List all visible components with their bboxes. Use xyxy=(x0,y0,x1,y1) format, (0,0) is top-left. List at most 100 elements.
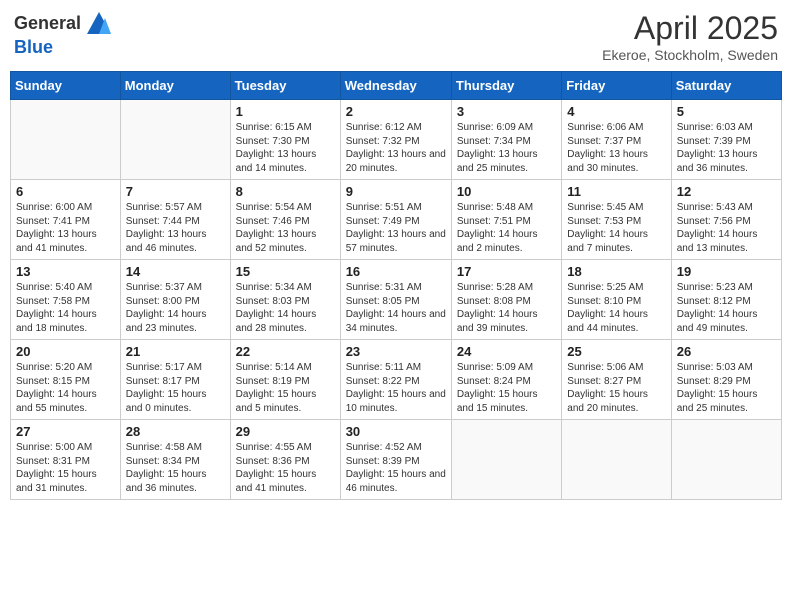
day-cell: 17 Sunrise: 5:28 AM Sunset: 8:08 PM Dayli… xyxy=(451,260,561,340)
day-cell: 2 Sunrise: 6:12 AM Sunset: 7:32 PM Daylig… xyxy=(340,100,451,180)
day-cell: 23Sunrise: 5:11 AM Sunset: 8:22 PM Dayli… xyxy=(340,340,451,420)
logo-general-text: General xyxy=(14,14,81,34)
day-info: Sunrise: 5:57 AM Sunset: 7:44 PM Dayligh… xyxy=(126,201,225,255)
week-row-3: 13 Sunrise: 5:40 AM Sunset: 7:58 PM Dayli… xyxy=(11,260,782,340)
day-number: 7 xyxy=(126,184,225,199)
day-cell: 16 Sunrise: 5:31 AM Sunset: 8:05 PM Dayli… xyxy=(340,260,451,340)
weekday-header-row: SundayMondayTuesdayWednesdayThursdayFrid… xyxy=(11,72,782,100)
day-info: Sunrise: 5:48 AM Sunset: 7:51 PM Dayligh… xyxy=(457,201,556,255)
day-number: 1 xyxy=(236,104,335,119)
week-row-4: 20 Sunrise: 5:20 AM Sunset: 8:15 PM Dayli… xyxy=(11,340,782,420)
day-info: Sunrise: 5:00 AM Sunset: 8:31 PM Dayligh… xyxy=(16,441,115,495)
day-cell: 13 Sunrise: 5:40 AM Sunset: 7:58 PM Dayli… xyxy=(11,260,121,340)
day-info: Sunrise: 5:14 AM Sunset: 8:19 PM Dayligh… xyxy=(236,361,335,415)
title-month: April 2025 xyxy=(602,10,778,47)
day-cell: 9 Sunrise: 5:51 AM Sunset: 7:49 PM Daylig… xyxy=(340,180,451,260)
day-info: Sunrise: 5:20 AM Sunset: 8:15 PM Dayligh… xyxy=(16,361,115,415)
weekday-header-sunday: Sunday xyxy=(11,72,121,100)
day-number: 16 xyxy=(346,264,446,279)
day-cell: 14 Sunrise: 5:37 AM Sunset: 8:00 PM Dayli… xyxy=(120,260,230,340)
day-number: 27 xyxy=(16,424,115,439)
day-number: 14 xyxy=(126,264,225,279)
day-number: 8 xyxy=(236,184,335,199)
day-info: Sunrise: 6:12 AM Sunset: 7:32 PM Dayligh… xyxy=(346,121,446,175)
day-cell: 26 Sunrise: 5:03 AM Sunset: 8:29 PM Dayli… xyxy=(671,340,781,420)
logo-blue-text: Blue xyxy=(14,38,53,58)
day-cell: 29 Sunrise: 4:55 AM Sunset: 8:36 PM Dayli… xyxy=(230,420,340,500)
weekday-header-wednesday: Wednesday xyxy=(340,72,451,100)
day-cell: 24 Sunrise: 5:09 AM Sunset: 8:24 PM Dayli… xyxy=(451,340,561,420)
day-cell: 27 Sunrise: 5:00 AM Sunset: 8:31 PM Dayli… xyxy=(11,420,121,500)
day-number: 6 xyxy=(16,184,115,199)
week-row-2: 6 Sunrise: 6:00 AM Sunset: 7:41 PM Daylig… xyxy=(11,180,782,260)
weekday-header-thursday: Thursday xyxy=(451,72,561,100)
week-row-1: 1Sunrise: 6:15 AM Sunset: 7:30 PM Daylig… xyxy=(11,100,782,180)
day-info: Sunrise: 5:31 AM Sunset: 8:05 PM Dayligh… xyxy=(346,281,446,335)
weekday-header-saturday: Saturday xyxy=(671,72,781,100)
weekday-header-friday: Friday xyxy=(562,72,671,100)
day-cell: 18 Sunrise: 5:25 AM Sunset: 8:10 PM Dayli… xyxy=(562,260,671,340)
day-number: 22 xyxy=(236,344,335,359)
day-info: Sunrise: 6:09 AM Sunset: 7:34 PM Dayligh… xyxy=(457,121,556,175)
day-cell: 28 Sunrise: 4:58 AM Sunset: 8:34 PM Dayli… xyxy=(120,420,230,500)
day-number: 17 xyxy=(457,264,556,279)
day-number: 20 xyxy=(16,344,115,359)
day-cell xyxy=(120,100,230,180)
day-number: 30 xyxy=(346,424,446,439)
day-cell: 6 Sunrise: 6:00 AM Sunset: 7:41 PM Daylig… xyxy=(11,180,121,260)
day-number: 10 xyxy=(457,184,556,199)
day-info: Sunrise: 4:55 AM Sunset: 8:36 PM Dayligh… xyxy=(236,441,335,495)
day-cell: 10 Sunrise: 5:48 AM Sunset: 7:51 PM Dayli… xyxy=(451,180,561,260)
day-number: 5 xyxy=(677,104,776,119)
day-cell xyxy=(562,420,671,500)
day-number: 21 xyxy=(126,344,225,359)
day-cell: 12 Sunrise: 5:43 AM Sunset: 7:56 PM Dayli… xyxy=(671,180,781,260)
day-number: 18 xyxy=(567,264,665,279)
day-info: Sunrise: 5:17 AM Sunset: 8:17 PM Dayligh… xyxy=(126,361,225,415)
day-info: Sunrise: 5:03 AM Sunset: 8:29 PM Dayligh… xyxy=(677,361,776,415)
day-info: Sunrise: 5:25 AM Sunset: 8:10 PM Dayligh… xyxy=(567,281,665,335)
day-cell: 8 Sunrise: 5:54 AM Sunset: 7:46 PM Daylig… xyxy=(230,180,340,260)
day-number: 4 xyxy=(567,104,665,119)
day-info: Sunrise: 6:06 AM Sunset: 7:37 PM Dayligh… xyxy=(567,121,665,175)
day-number: 12 xyxy=(677,184,776,199)
header: General Blue April 2025 Ekeroe, Stockhol… xyxy=(10,10,782,63)
day-info: Sunrise: 5:45 AM Sunset: 7:53 PM Dayligh… xyxy=(567,201,665,255)
day-number: 26 xyxy=(677,344,776,359)
day-info: Sunrise: 5:51 AM Sunset: 7:49 PM Dayligh… xyxy=(346,201,446,255)
day-number: 24 xyxy=(457,344,556,359)
day-cell: 1Sunrise: 6:15 AM Sunset: 7:30 PM Daylig… xyxy=(230,100,340,180)
day-info: Sunrise: 5:28 AM Sunset: 8:08 PM Dayligh… xyxy=(457,281,556,335)
day-number: 29 xyxy=(236,424,335,439)
day-number: 2 xyxy=(346,104,446,119)
day-info: Sunrise: 5:40 AM Sunset: 7:58 PM Dayligh… xyxy=(16,281,115,335)
day-number: 28 xyxy=(126,424,225,439)
day-cell: 22 Sunrise: 5:14 AM Sunset: 8:19 PM Dayli… xyxy=(230,340,340,420)
day-cell: 25 Sunrise: 5:06 AM Sunset: 8:27 PM Dayli… xyxy=(562,340,671,420)
day-cell: 30Sunrise: 4:52 AM Sunset: 8:39 PM Dayli… xyxy=(340,420,451,500)
day-cell xyxy=(11,100,121,180)
day-number: 9 xyxy=(346,184,446,199)
day-info: Sunrise: 5:34 AM Sunset: 8:03 PM Dayligh… xyxy=(236,281,335,335)
day-info: Sunrise: 5:37 AM Sunset: 8:00 PM Dayligh… xyxy=(126,281,225,335)
day-info: Sunrise: 5:43 AM Sunset: 7:56 PM Dayligh… xyxy=(677,201,776,255)
day-cell xyxy=(451,420,561,500)
day-info: Sunrise: 5:09 AM Sunset: 8:24 PM Dayligh… xyxy=(457,361,556,415)
day-info: Sunrise: 5:11 AM Sunset: 8:22 PM Dayligh… xyxy=(346,361,446,415)
day-number: 3 xyxy=(457,104,556,119)
day-cell: 15 Sunrise: 5:34 AM Sunset: 8:03 PM Dayli… xyxy=(230,260,340,340)
day-number: 25 xyxy=(567,344,665,359)
day-info: Sunrise: 5:54 AM Sunset: 7:46 PM Dayligh… xyxy=(236,201,335,255)
day-info: Sunrise: 4:58 AM Sunset: 8:34 PM Dayligh… xyxy=(126,441,225,495)
day-info: Sunrise: 6:00 AM Sunset: 7:41 PM Dayligh… xyxy=(16,201,115,255)
day-number: 13 xyxy=(16,264,115,279)
logo-icon xyxy=(85,10,113,38)
day-number: 15 xyxy=(236,264,335,279)
logo: General Blue xyxy=(14,10,113,58)
day-number: 11 xyxy=(567,184,665,199)
day-cell: 7 Sunrise: 5:57 AM Sunset: 7:44 PM Daylig… xyxy=(120,180,230,260)
day-cell: 11 Sunrise: 5:45 AM Sunset: 7:53 PM Dayli… xyxy=(562,180,671,260)
title-location: Ekeroe, Stockholm, Sweden xyxy=(602,47,778,63)
day-info: Sunrise: 5:06 AM Sunset: 8:27 PM Dayligh… xyxy=(567,361,665,415)
weekday-header-monday: Monday xyxy=(120,72,230,100)
